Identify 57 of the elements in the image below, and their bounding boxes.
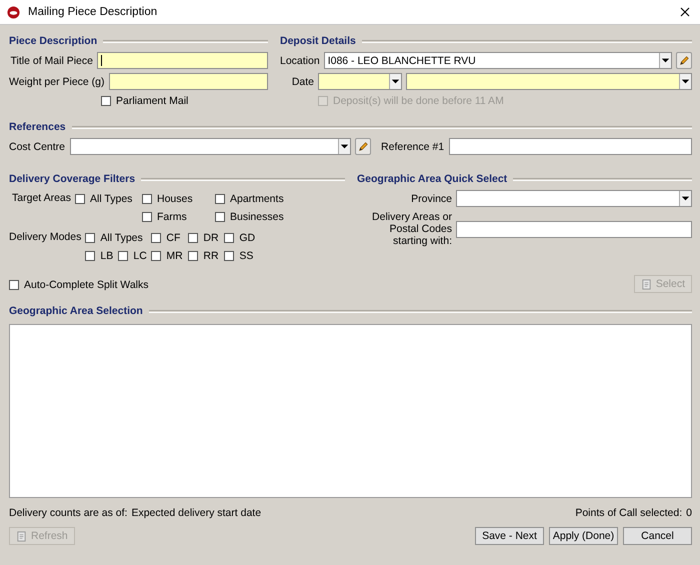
text-field[interactable] — [108, 73, 268, 90]
province-dropdown[interactable] — [456, 190, 692, 207]
section-heading: Geographic Area Quick Select — [357, 172, 508, 184]
field-label: Location — [280, 54, 320, 66]
points-of-call-count: 0 — [686, 507, 692, 519]
points-of-call-label: Points of Call selected: — [575, 507, 682, 519]
field-label: Weight per Piece (g) — [9, 76, 105, 88]
target-area-checkbox[interactable]: Businesses — [215, 208, 284, 225]
time-dropdown[interactable] — [406, 73, 692, 90]
filter-label: Delivery Modes — [9, 230, 82, 245]
edit-button[interactable] — [355, 138, 372, 155]
location-dropdown[interactable]: I086 - LEO BLANCHETTE RVU — [324, 52, 672, 69]
section-heading: Geographic Area Selection — [9, 304, 143, 316]
section-heading: Piece Description — [9, 34, 98, 46]
pencil-icon — [357, 140, 370, 152]
dialog-button[interactable]: Save - Next — [475, 527, 544, 545]
target-area-checkbox[interactable]: All Types — [75, 190, 142, 207]
delivery-mode-checkbox[interactable]: GD — [224, 229, 256, 246]
delivery-counts-value: Expected delivery start date — [131, 507, 262, 519]
delivery-mode-checkbox[interactable]: RR — [188, 247, 224, 264]
target-area-checkbox[interactable]: Apartments — [215, 190, 284, 207]
dialog-button[interactable]: Apply (Done) — [549, 527, 618, 545]
pencil-icon — [678, 54, 690, 66]
close-icon[interactable] — [680, 7, 690, 17]
filter-label: Target Areas — [11, 191, 71, 206]
document-icon — [640, 278, 652, 290]
field-label: Date — [290, 76, 314, 88]
target-area-checkbox[interactable]: Farms — [142, 208, 215, 225]
field-label: Delivery Areas or Postal Codes starting with: — [371, 211, 452, 247]
delivery-mode-checkbox[interactable]: MR — [151, 247, 188, 264]
edit-button[interactable] — [676, 52, 692, 69]
cost-centre-dropdown[interactable] — [70, 138, 352, 155]
field-label: Title of Mail Piece — [10, 54, 93, 66]
section-heading: References — [9, 120, 66, 132]
auto-complete-checkbox[interactable]: Auto-Complete Split Walks — [9, 276, 345, 293]
document-icon — [16, 530, 27, 542]
dialog-button[interactable]: Cancel — [623, 527, 692, 545]
date-picker[interactable] — [318, 73, 402, 90]
app-icon — [7, 6, 20, 18]
delivery-mode-checkbox[interactable]: LB — [85, 247, 118, 264]
parliament-mail-checkbox[interactable]: Parliament Mail — [101, 92, 268, 109]
field-label: Cost Centre — [9, 140, 66, 152]
field-label: Province — [410, 192, 452, 204]
postal-code-field[interactable] — [456, 220, 692, 238]
field-label: Reference #1 — [381, 140, 444, 152]
window-title: Mailing Piece Description — [28, 6, 158, 18]
delivery-mode-checkbox[interactable]: LC — [118, 247, 152, 264]
text-field[interactable] — [97, 52, 268, 69]
target-area-checkbox[interactable]: Houses — [142, 190, 215, 207]
delivery-counts-label: Delivery counts are as of: — [9, 507, 128, 519]
section-heading: Delivery Coverage Filters — [9, 172, 136, 184]
delivery-mode-checkbox[interactable]: All Types — [85, 229, 152, 246]
section-heading: Deposit Details — [280, 34, 356, 46]
delivery-mode-checkbox[interactable]: DR — [188, 229, 224, 246]
delivery-mode-checkbox[interactable]: SS — [224, 247, 256, 264]
delivery-mode-checkbox[interactable]: CF — [151, 229, 188, 246]
reference-field[interactable] — [449, 138, 692, 155]
